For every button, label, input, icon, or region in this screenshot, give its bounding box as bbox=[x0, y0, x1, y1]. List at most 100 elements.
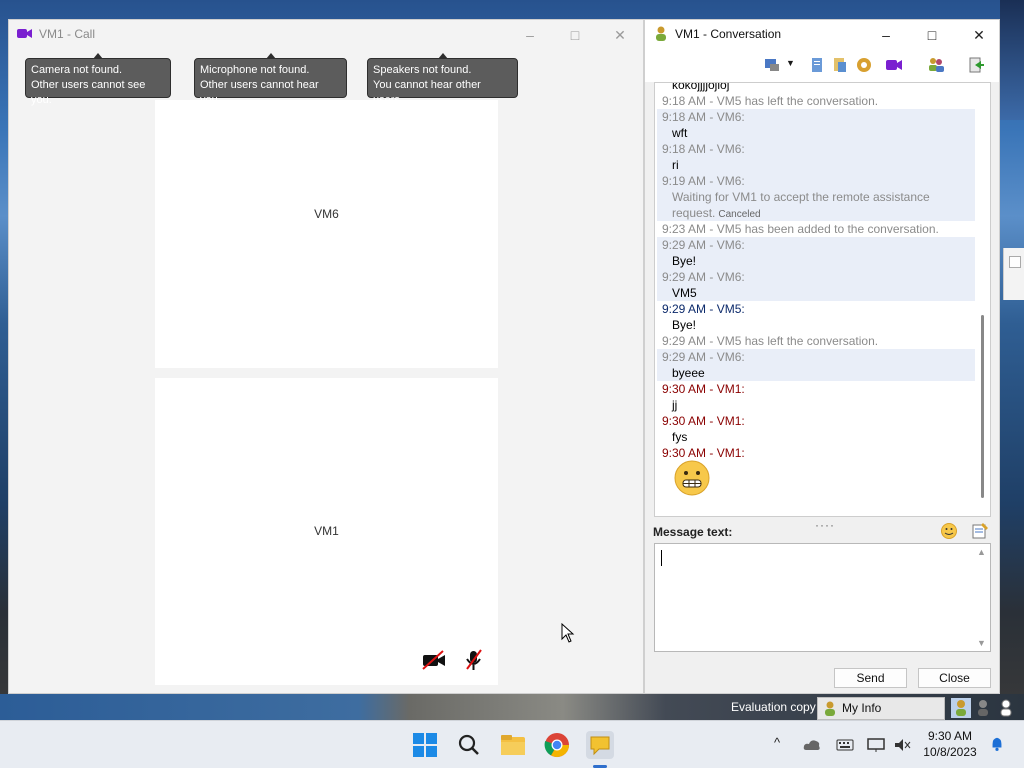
microphone-not-found-tooltip: Microphone not found. Other users cannot… bbox=[194, 53, 347, 106]
leave-conversation-icon[interactable] bbox=[967, 56, 985, 74]
file-explorer-icon[interactable] bbox=[499, 731, 527, 759]
windows-start-icon[interactable] bbox=[411, 731, 439, 759]
tooltip-line: Other users cannot see you. bbox=[31, 79, 146, 106]
chat-line: 9:23 AM - VM5 has been added to the conv… bbox=[662, 222, 939, 236]
chat-line: ri bbox=[657, 157, 975, 173]
pane-splitter[interactable]: ···· bbox=[815, 518, 835, 532]
messenger-app-icon[interactable] bbox=[586, 731, 614, 759]
chat-scrollbar-thumb[interactable] bbox=[981, 315, 984, 498]
chat-line: VM5 bbox=[657, 285, 975, 301]
maximize-button[interactable]: □ bbox=[918, 24, 946, 46]
local-video-tile[interactable]: VM1 bbox=[155, 378, 498, 685]
microphone-off-icon[interactable] bbox=[461, 649, 487, 671]
input-scrollbar[interactable]: ▲ ▼ bbox=[974, 544, 990, 651]
offline-status-icon[interactable] bbox=[998, 699, 1014, 717]
chat-line: 9:30 AM - VM1: bbox=[662, 414, 745, 428]
chat-line: Bye! bbox=[657, 253, 975, 269]
away-status-icon[interactable] bbox=[975, 699, 991, 717]
onedrive-icon[interactable] bbox=[803, 737, 821, 753]
conversation-titlebar[interactable]: VM1 - Conversation – □ ✕ bbox=[645, 20, 999, 48]
message-text-label: Message text: bbox=[653, 525, 733, 539]
mouse-cursor-icon bbox=[561, 623, 575, 643]
chat-line: 9:29 AM - VM6: bbox=[657, 237, 975, 253]
camera-off-icon[interactable] bbox=[421, 649, 447, 671]
canceled-label: Canceled bbox=[718, 209, 761, 220]
remote-participant-name: VM6 bbox=[314, 207, 339, 221]
minimize-button[interactable]: – bbox=[872, 24, 900, 46]
chat-line: 9:18 AM - VM5 has left the conversation. bbox=[662, 94, 879, 108]
chat-line: 9:29 AM - VM6: bbox=[657, 349, 975, 365]
chat-line: Waiting for VM1 to accept the remote ass… bbox=[657, 189, 975, 205]
my-info-button[interactable]: My Info bbox=[817, 697, 945, 720]
chat-history[interactable]: kokojjjjojioj 9:18 AM - VM5 has left the… bbox=[654, 82, 991, 517]
remote-video-tile[interactable]: VM6 bbox=[155, 100, 498, 368]
chat-line: Bye! bbox=[672, 318, 697, 332]
maximize-button[interactable]: □ bbox=[561, 24, 589, 46]
notification-bell-icon[interactable] bbox=[988, 736, 1006, 752]
shared-files-icon[interactable] bbox=[831, 56, 849, 74]
format-text-icon[interactable] bbox=[971, 522, 989, 540]
evaluation-watermark: Evaluation copy bbox=[731, 700, 816, 714]
chat-line: 9:29 AM - VM5: bbox=[662, 302, 745, 316]
clock-date: 10/8/2023 bbox=[923, 745, 977, 759]
tooltip-line: Speakers not found. bbox=[373, 64, 472, 76]
whiteboard-icon[interactable] bbox=[855, 56, 873, 74]
chat-line: jj bbox=[672, 398, 678, 412]
remote-desktop-icon[interactable] bbox=[763, 56, 781, 74]
window-title: VM1 - Call bbox=[39, 27, 96, 41]
close-button[interactable]: ✕ bbox=[606, 24, 634, 46]
chat-line-text: request. bbox=[672, 206, 716, 220]
scroll-up-icon[interactable]: ▲ bbox=[977, 547, 986, 557]
chat-line: 9:30 AM - VM1: bbox=[662, 382, 745, 396]
online-status-icon[interactable] bbox=[951, 698, 971, 718]
call-titlebar[interactable]: VM1 - Call – □ ✕ bbox=[9, 20, 643, 48]
grimacing-emoji-icon bbox=[674, 460, 710, 496]
add-participants-icon[interactable] bbox=[927, 56, 945, 74]
speaker-muted-icon[interactable] bbox=[893, 737, 911, 753]
display-icon[interactable] bbox=[867, 737, 885, 753]
chat-line: 9:29 AM - VM6: bbox=[657, 269, 975, 285]
chat-line: 9:18 AM - VM6: bbox=[657, 109, 975, 125]
local-participant-name: VM1 bbox=[314, 523, 339, 538]
minimize-button[interactable]: – bbox=[516, 24, 544, 46]
video-camera-icon bbox=[17, 29, 32, 38]
video-call-icon[interactable] bbox=[885, 56, 903, 74]
file-transfer-icon[interactable] bbox=[808, 56, 826, 74]
chat-line: fys bbox=[672, 430, 688, 444]
user-status-icon bbox=[656, 26, 666, 41]
messenger-status-strip: My Info bbox=[817, 697, 1024, 720]
my-info-label: My Info bbox=[842, 701, 882, 715]
chat-line: 9:18 AM - VM6: bbox=[657, 141, 975, 157]
speakers-not-found-tooltip: Speakers not found. You cannot hear othe… bbox=[367, 53, 518, 106]
close-button[interactable]: ✕ bbox=[965, 24, 993, 46]
chrome-icon[interactable] bbox=[543, 731, 571, 759]
my-info-icon bbox=[825, 701, 835, 716]
maximize-icon[interactable] bbox=[1009, 256, 1021, 268]
tooltip-line: Microphone not found. bbox=[200, 64, 310, 76]
scroll-down-icon[interactable]: ▼ bbox=[977, 638, 986, 648]
keyboard-icon[interactable] bbox=[836, 737, 854, 753]
conversation-window: VM1 - Conversation – □ ✕ ▼ kokojjjjojioj… bbox=[644, 19, 1000, 694]
chevron-up-icon[interactable]: ^ bbox=[774, 735, 780, 750]
chat-line: byeee bbox=[657, 365, 975, 381]
conversation-toolbar: ▼ bbox=[645, 48, 999, 82]
clock-time: 9:30 AM bbox=[927, 729, 973, 743]
send-button[interactable]: Send bbox=[834, 668, 907, 688]
close-conversation-button[interactable]: Close bbox=[918, 668, 991, 688]
emoticon-picker-icon[interactable] bbox=[940, 522, 958, 540]
chevron-down-icon[interactable]: ▼ bbox=[786, 58, 795, 68]
camera-not-found-tooltip: Camera not found. Other users cannot see… bbox=[25, 53, 171, 106]
desktop-wallpaper-edge bbox=[1000, 0, 1024, 120]
chat-line: request. Canceled bbox=[657, 205, 975, 221]
chat-line: wft bbox=[657, 125, 975, 141]
message-input[interactable]: ▲ ▼ bbox=[654, 543, 991, 652]
chat-line: 9:29 AM - VM5 has left the conversation. bbox=[662, 334, 879, 348]
window-title: VM1 - Conversation bbox=[675, 27, 782, 41]
taskbar-clock[interactable]: 9:30 AM 10/8/2023 bbox=[918, 728, 982, 760]
tooltip-line: Camera not found. bbox=[31, 64, 123, 76]
taskbar: ^ 9:30 AM 10/8/2023 bbox=[0, 720, 1024, 768]
search-icon[interactable] bbox=[455, 731, 483, 759]
text-caret bbox=[661, 550, 662, 566]
chat-line: 9:19 AM - VM6: bbox=[657, 173, 975, 189]
background-window-edge[interactable] bbox=[1003, 248, 1024, 300]
